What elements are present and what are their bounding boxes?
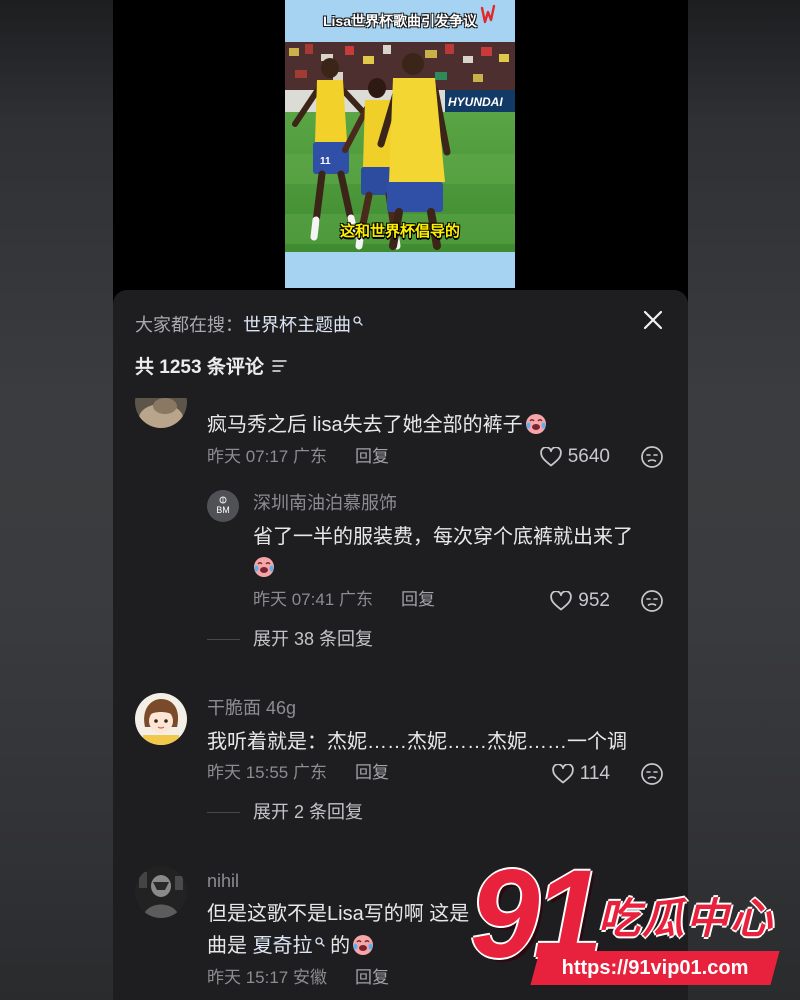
comment-meta: 昨天 15:17 安徽 回复 — [207, 967, 467, 989]
filter-icon[interactable] — [272, 359, 287, 373]
comment-meta: 昨天 15:55 广东 回复 — [207, 762, 467, 784]
comment-time-location: 昨天 15:17 安徽 — [207, 968, 327, 987]
dislike-icon[interactable] — [640, 589, 664, 613]
trending-search-term[interactable]: 世界杯主题曲 — [243, 315, 351, 335]
expand-replies-label[interactable]: 展开 38 条回复 — [253, 627, 373, 651]
comment-author[interactable]: nihil — [207, 870, 239, 892]
expand-replies-button[interactable]: 展开 2 条回复 — [207, 800, 363, 824]
avatar[interactable] — [135, 866, 187, 918]
laughing-crying-emoji-icon — [525, 413, 546, 434]
watermark-url: https://91vip01.com — [561, 957, 749, 979]
expand-replies-label[interactable]: 展开 2 条回复 — [253, 800, 363, 824]
comment-text-fragment: 的 — [324, 935, 351, 957]
like-button[interactable]: 952 — [550, 589, 610, 613]
comment-text-line-2: 曲是 夏奇拉 的 — [207, 934, 374, 958]
red-mark-decoration — [480, 4, 496, 24]
comment-count-row[interactable]: 共 1253 条评论 — [135, 356, 287, 380]
comment-author[interactable]: 干脆面 46g — [207, 697, 296, 719]
video-subtitle: 这和世界杯倡导的 — [339, 223, 460, 240]
like-count: 952 — [578, 590, 610, 611]
like-count: 5640 — [567, 446, 610, 467]
blurred-background-right — [688, 0, 800, 1000]
jersey-number: 11 — [320, 156, 331, 167]
trending-search-row[interactable]: 大家都在搜：世界杯主题曲 — [135, 313, 363, 337]
watermark-url-banner: https://91vip01.com — [530, 951, 780, 985]
reply-text-emoji-line — [253, 556, 275, 580]
reply-text: 省了一半的服装费，每次穿个底裤就出来了 — [253, 526, 633, 548]
heart-icon[interactable] — [539, 447, 562, 467]
comment-text-content: 疯马秀之后 lisa失去了她全部的裤子 — [207, 414, 523, 436]
comment-text: 疯马秀之后 lisa失去了她全部的裤子 — [207, 413, 547, 437]
reply-button[interactable]: 回复 — [355, 762, 389, 784]
comment-count: 共 1253 条评论 — [135, 357, 264, 378]
laughing-crying-emoji-icon — [353, 934, 374, 955]
like-button[interactable]: 114 — [551, 762, 610, 786]
dislike-icon[interactable] — [640, 762, 664, 786]
app-viewport: Lisa世界杯歌曲引发争议 HYUNDAI 11 这和世界杯倡导的 大家都在搜：… — [113, 0, 688, 1000]
blurred-background-left — [0, 0, 113, 1000]
comment-time-location: 昨天 07:17 广东 — [207, 447, 327, 466]
laughing-crying-emoji-icon — [254, 556, 274, 577]
comment-meta: 昨天 07:17 广东 回复 — [207, 446, 467, 468]
close-icon[interactable] — [641, 308, 665, 332]
comment-text-fragment: 曲是 — [207, 935, 253, 957]
reply-time-location: 昨天 07:41 广东 — [253, 590, 373, 609]
comment-text-line-1: 但是这歌不是Lisa写的啊 这是 — [207, 903, 470, 925]
video-thumbnail[interactable]: Lisa世界杯歌曲引发争议 HYUNDAI 11 这和世界杯倡导的 — [285, 0, 515, 288]
avatar[interactable] — [135, 693, 187, 745]
reply-author[interactable]: 深圳南油泊慕服饰 — [253, 492, 397, 514]
heart-icon[interactable] — [551, 764, 574, 784]
search-keyword-link[interactable]: 夏奇拉 — [253, 935, 313, 957]
dislike-icon[interactable] — [640, 445, 664, 469]
reply-item: BM 深圳南油泊慕服饰 省了一半的服装费，每次穿个底裤就出来了 昨天 07:41… — [113, 488, 688, 628]
search-icon[interactable] — [314, 937, 325, 947]
heart-icon[interactable] — [550, 591, 573, 611]
comment-text: 我听着就是：杰妮……杰妮……杰妮……一个调 — [207, 731, 627, 753]
avatar[interactable]: BM — [207, 490, 239, 522]
expand-replies-button[interactable]: 展开 38 条回复 — [207, 627, 373, 651]
comment-item: 干脆面 46g 我听着就是：杰妮……杰妮……杰妮……一个调 昨天 15:55 广… — [113, 693, 688, 833]
search-icon[interactable] — [353, 316, 363, 326]
reply-button[interactable]: 回复 — [355, 967, 389, 989]
watermark-logo-name: 吃瓜中心 — [598, 895, 775, 942]
reply-meta: 昨天 07:41 广东 回复 — [253, 589, 513, 611]
divider — [207, 638, 240, 640]
screen: Lisa世界杯歌曲引发争议 HYUNDAI 11 这和世界杯倡导的 大家都在搜：… — [0, 0, 800, 1000]
divider — [207, 811, 240, 813]
like-button[interactable]: 5640 — [539, 445, 610, 469]
trending-search-label: 大家都在搜： — [135, 315, 243, 335]
reply-button[interactable]: 回复 — [355, 446, 389, 468]
reply-button[interactable]: 回复 — [401, 589, 435, 611]
ad-board-text: HYUNDAI — [448, 95, 503, 109]
like-count: 114 — [579, 763, 610, 784]
avatar[interactable] — [135, 398, 187, 428]
comment-time-location: 昨天 15:55 广东 — [207, 763, 327, 782]
comment-panel: 大家都在搜：世界杯主题曲 共 1253 条评论 疯马秀之后 lisa失去了她全部… — [113, 290, 688, 1000]
avatar-initials: BM — [216, 505, 230, 515]
